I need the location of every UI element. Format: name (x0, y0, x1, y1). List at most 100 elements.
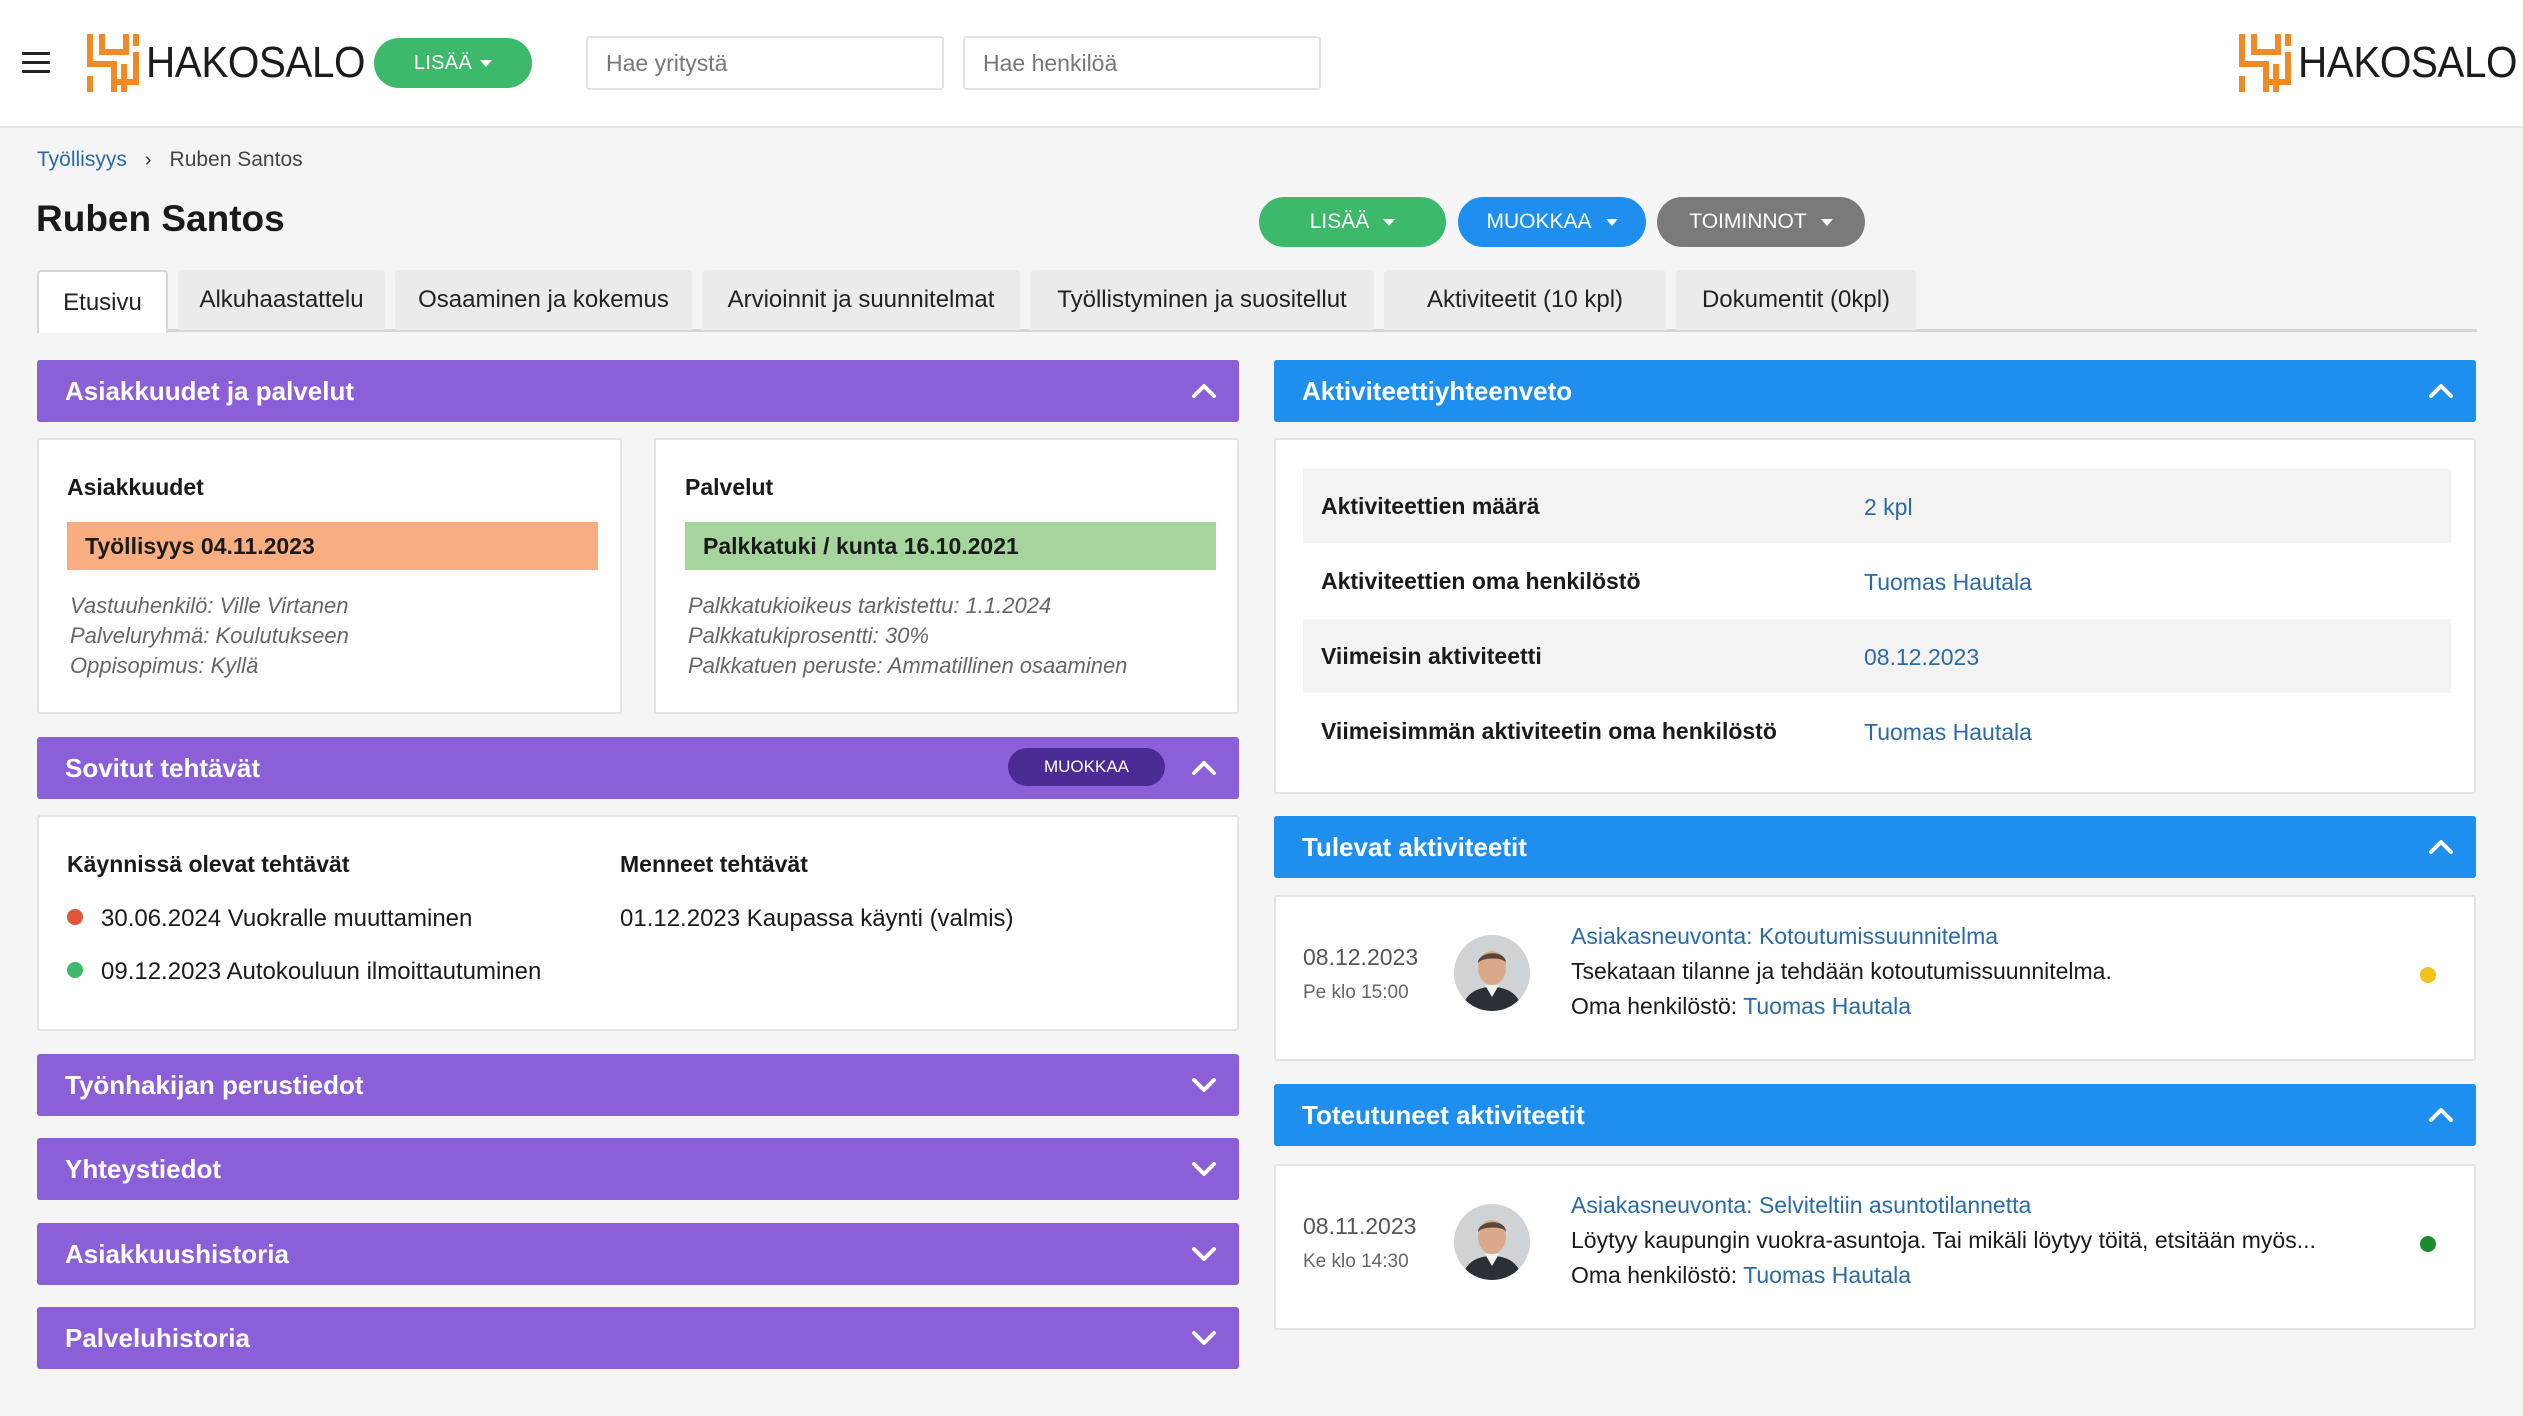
person-search-input[interactable] (963, 36, 1321, 90)
tab-etusivu[interactable]: Etusivu (37, 270, 168, 333)
caret-down-icon (480, 59, 493, 67)
top-bar: HAKOSALO LISÄÄ HAKOSALO (0, 0, 2523, 128)
tab-bar: Etusivu Alkuhaastattelu Osaaminen ja kok… (37, 270, 2477, 333)
add-button[interactable]: LISÄÄ (1259, 197, 1446, 247)
chevron-up-icon[interactable] (2428, 378, 2454, 404)
tab-dokumentit[interactable]: Dokumentit (0kpl) (1676, 270, 1916, 330)
tab-osaaminen[interactable]: Osaaminen ja kokemus (395, 270, 692, 330)
activity-person-link[interactable]: Tuomas Hautala (1743, 1262, 1911, 1288)
past-task-item[interactable]: 01.12.2023 Kaupassa käynti (valmis) (620, 905, 1014, 933)
brand-name-right: HAKOSALO (2298, 38, 2518, 87)
tasks-edit-button[interactable]: MUOKKAA (1008, 748, 1165, 786)
edit-button[interactable]: MUOKKAA (1458, 197, 1646, 247)
logo-mark-icon (2239, 34, 2291, 92)
top-add-label: LISÄÄ (413, 51, 473, 74)
service-history-panel-title: Palveluhistoria (65, 1322, 250, 1353)
breadcrumb-root-link[interactable]: Työllisyys (37, 148, 127, 172)
service-detail: Palkkatukioikeus tarkistettu: 1.1.2024 (688, 593, 1052, 618)
summary-row-value: 2 kpl (1864, 494, 1913, 520)
chevron-up-icon[interactable] (2428, 834, 2454, 860)
summary-row-label: Aktiviteettien määrä (1321, 493, 1540, 519)
customer-detail: Vastuuhenkilö: Ville Virtanen (70, 593, 349, 618)
logo-mark-icon (87, 34, 139, 92)
functions-button-label: TOIMINNOT (1689, 210, 1807, 233)
brand-logo[interactable]: HAKOSALO (84, 30, 384, 96)
summary-row-value-link[interactable]: 08.12.2023 (1864, 644, 1979, 671)
chevron-down-icon[interactable] (1191, 1072, 1217, 1098)
brand-name: HAKOSALO (146, 38, 366, 87)
chevron-up-icon[interactable] (1191, 378, 1217, 404)
tab-arvioinnit[interactable]: Arvioinnit ja suunnitelmat (702, 270, 1020, 330)
ongoing-task-item[interactable]: 09.12.2023 Autokouluun ilmoittautuminen (101, 958, 541, 986)
ongoing-task-item[interactable]: 30.06.2024 Vuokralle muuttaminen (101, 905, 472, 933)
summary-row-value-link[interactable]: Tuomas Hautala (1864, 569, 2032, 596)
done-activity-card[interactable]: 08.11.2023 Ke klo 14:30 Asiakasneuvonta:… (1274, 1164, 2476, 1330)
services-card: Palvelut Palkkatuki / kunta 16.10.2021 P… (654, 438, 1239, 714)
activity-person: Oma henkilöstö: Tuomas Hautala (1571, 1262, 1911, 1289)
functions-button[interactable]: TOIMINNOT (1657, 197, 1865, 247)
customers-panel-header[interactable]: Asiakkuudet ja palvelut (37, 360, 1239, 422)
service-detail: Palkkatukiprosentti: 30% (688, 623, 929, 648)
customer-detail: Palveluryhmä: Koulutukseen (70, 623, 349, 648)
summary-row-label: Aktiviteettien oma henkilöstö (1321, 568, 1641, 594)
chevron-up-icon[interactable] (1191, 755, 1217, 781)
activity-title-link[interactable]: Asiakasneuvonta: Selviteltiin asuntotila… (1571, 1192, 2031, 1219)
summary-row-label: Viimeisimmän aktiviteetin oma henkilöstö (1321, 718, 1777, 744)
top-add-button[interactable]: LISÄÄ (374, 38, 532, 88)
upcoming-activity-card[interactable]: 08.12.2023 Pe klo 15:00 Asiakasneuvonta:… (1274, 895, 2476, 1061)
summary-row-value-link[interactable]: Tuomas Hautala (1864, 719, 2032, 746)
tasks-panel-title: Sovitut tehtävät (65, 752, 261, 783)
services-title: Palvelut (685, 474, 774, 500)
status-dot-yellow (2420, 967, 2436, 983)
chevron-down-icon[interactable] (1191, 1325, 1217, 1351)
ongoing-tasks-title: Käynnissä olevat tehtävät (67, 851, 350, 877)
breadcrumb-separator: › (144, 148, 152, 171)
brand-logo-right: HAKOSALO (2236, 30, 2523, 96)
done-panel-title: Toteutuneet aktiviteetit (1302, 1099, 1585, 1130)
tasks-card: Käynnissä olevat tehtävät 30.06.2024 Vuo… (37, 815, 1239, 1031)
summary-panel-title: Aktiviteettiyhteenveto (1302, 375, 1573, 406)
activity-date: 08.12.2023 (1303, 944, 1419, 970)
basic-info-panel-header[interactable]: Työnhakijan perustiedot (37, 1054, 1239, 1116)
service-detail: Palkkatuen peruste: Ammatillinen osaamin… (688, 653, 1128, 678)
company-search-input[interactable] (586, 36, 944, 90)
chevron-up-icon[interactable] (2428, 1102, 2454, 1128)
activity-time: Ke klo 14:30 (1303, 1251, 1409, 1272)
customer-badge[interactable]: Työllisyys 04.11.2023 (67, 522, 598, 570)
status-dot-red (67, 909, 83, 925)
customer-detail: Oppisopimus: Kyllä (70, 653, 259, 678)
activity-date: 08.11.2023 (1303, 1213, 1417, 1239)
activity-title-link[interactable]: Asiakasneuvonta: Kotoutumissuunnitelma (1571, 923, 1998, 950)
breadcrumb-current: Ruben Santos (169, 148, 303, 171)
activity-description: Löytyy kaupungin vuokra-asuntoja. Tai mi… (1571, 1227, 2316, 1253)
chevron-down-icon[interactable] (1191, 1241, 1217, 1267)
service-badge[interactable]: Palkkatuki / kunta 16.10.2021 (685, 522, 1216, 570)
done-panel-header[interactable]: Toteutuneet aktiviteetit (1274, 1084, 2476, 1146)
customers-title: Asiakkuudet (67, 474, 204, 500)
contact-info-panel-header[interactable]: Yhteystiedot (37, 1138, 1239, 1200)
customers-card: Asiakkuudet Työllisyys 04.11.2023 Vastuu… (37, 438, 622, 714)
upcoming-panel-title: Tulevat aktiviteetit (1302, 831, 1527, 862)
menu-icon[interactable] (22, 52, 50, 74)
tab-tyollistyminen[interactable]: Työllistyminen ja suositellut (1030, 270, 1374, 330)
tab-aktiviteetit[interactable]: Aktiviteetit (10 kpl) (1384, 270, 1666, 330)
summary-panel-header[interactable]: Aktiviteettiyhteenveto (1274, 360, 2476, 422)
add-button-label: LISÄÄ (1309, 210, 1370, 233)
avatar (1454, 935, 1530, 1011)
basic-info-panel-title: Työnhakijan perustiedot (65, 1069, 364, 1100)
status-dot-green (2420, 1236, 2436, 1252)
page-title: Ruben Santos (36, 198, 285, 239)
activity-description: Tsekataan tilanne ja tehdään kotoutumiss… (1571, 958, 2112, 984)
chevron-down-icon[interactable] (1191, 1156, 1217, 1182)
edit-button-label: MUOKKAA (1486, 210, 1592, 233)
customer-history-panel-title: Asiakkuushistoria (65, 1238, 289, 1269)
service-history-panel-header[interactable]: Palveluhistoria (37, 1307, 1239, 1369)
contact-info-panel-title: Yhteystiedot (65, 1153, 222, 1184)
activity-time: Pe klo 15:00 (1303, 982, 1409, 1003)
status-dot-green (67, 962, 83, 978)
upcoming-panel-header[interactable]: Tulevat aktiviteetit (1274, 816, 2476, 878)
avatar (1454, 1204, 1530, 1280)
activity-person-link[interactable]: Tuomas Hautala (1743, 993, 1911, 1019)
customer-history-panel-header[interactable]: Asiakkuushistoria (37, 1223, 1239, 1285)
tab-alkuhaastattelu[interactable]: Alkuhaastattelu (178, 270, 385, 330)
